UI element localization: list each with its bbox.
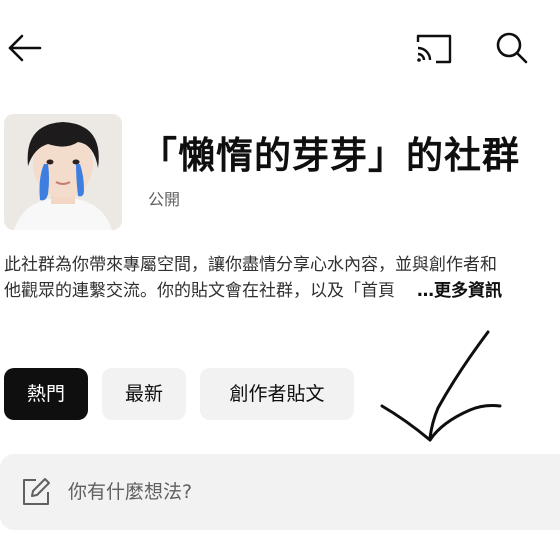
more-info-link[interactable]: …更多資訊 [417, 281, 502, 301]
hand-drawn-arrow-icon [380, 330, 502, 442]
cast-icon [416, 34, 452, 64]
search-icon [496, 32, 528, 64]
arrow-left-icon [8, 34, 42, 62]
compose-placeholder: 你有什麼想法? [68, 481, 193, 503]
community-page: 「懶惰的芽芽」的社群 公開 此社群為你帶來專屬空間，讓你盡情分享心水內容，並與創… [0, 0, 560, 560]
back-button[interactable] [4, 26, 44, 70]
description-line-1: 此社群為你帶來專屬空間，讓你盡情分享心水內容，並與創作者和 [4, 255, 497, 275]
search-button[interactable] [490, 26, 534, 70]
cast-button[interactable] [412, 28, 456, 68]
community-title: 「懶惰的芽芽」的社群 [140, 134, 520, 177]
compose-post-box[interactable]: 你有什麼想法? [0, 454, 560, 530]
tab-latest[interactable]: 最新 [102, 368, 186, 420]
text-fade [389, 280, 417, 302]
visibility-label: 公開 [148, 190, 181, 209]
community-avatar [4, 114, 122, 230]
description-line-2-text: 他觀眾的連繫交流。你的貼文會在社群，以及「首頁 [4, 281, 395, 301]
edit-icon [23, 478, 50, 505]
top-bar [0, 0, 560, 96]
tab-hot[interactable]: 熱門 [4, 368, 88, 420]
description-line-2: 他觀眾的連繫交流。你的貼文會在社群，以及「首頁 …更多資訊 [4, 278, 560, 304]
tab-creator-posts[interactable]: 創作者貼文 [200, 368, 354, 420]
avatar-image [4, 114, 122, 230]
community-description: 此社群為你帶來專屬空間，讓你盡情分享心水內容，並與創作者和 他觀眾的連繫交流。你… [4, 252, 560, 304]
